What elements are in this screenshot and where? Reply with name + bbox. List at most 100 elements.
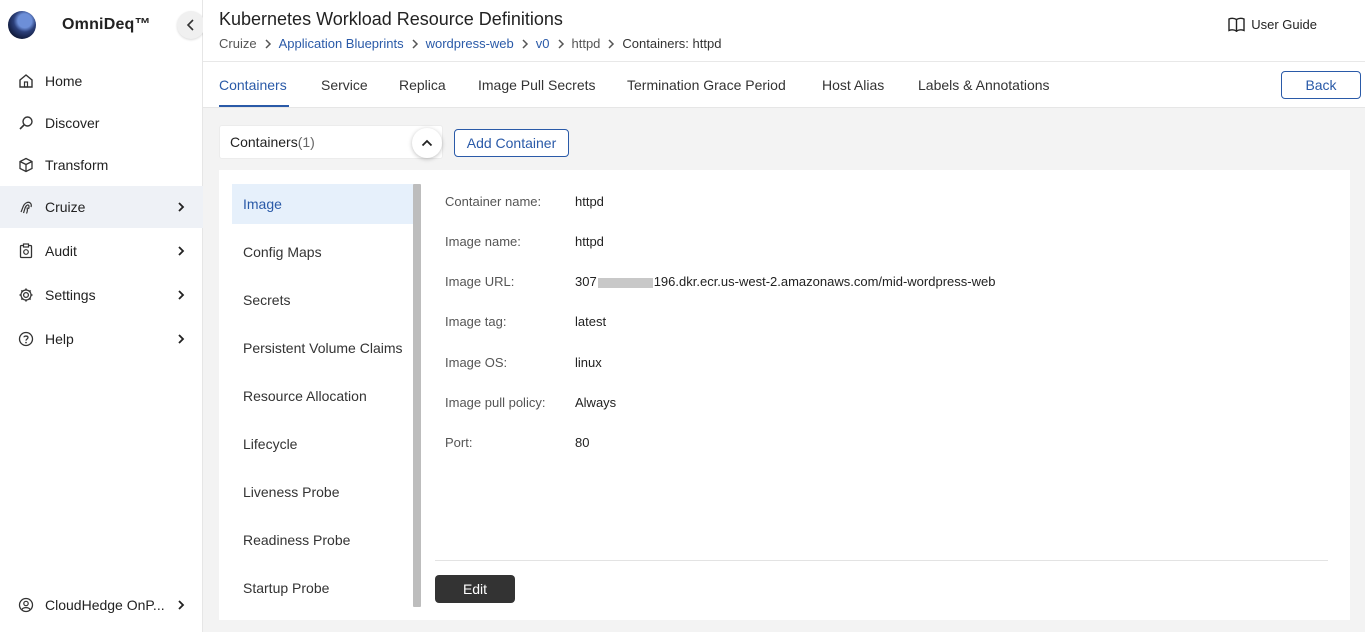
containers-count: (1) bbox=[297, 134, 315, 150]
sidebar: OmniDeq™ Home Discover Transform Cruize … bbox=[0, 0, 205, 632]
image-url-suffix: 196.dkr.ecr.us-west-2.amazonaws.com/mid-… bbox=[653, 274, 996, 289]
gear-icon bbox=[17, 286, 35, 304]
detail-value: httpd bbox=[575, 234, 604, 249]
tab-bar: Containers Service Replica Image Pull Se… bbox=[203, 62, 1365, 108]
collapse-sidebar-button[interactable] bbox=[177, 11, 205, 39]
containers-label: Containers bbox=[230, 134, 298, 150]
subnav-image[interactable]: Image bbox=[232, 184, 414, 224]
detail-row-image-url: Image URL: 307 196.dkr.ecr.us-west-2.amaz… bbox=[445, 274, 995, 294]
detail-key: Container name: bbox=[445, 194, 542, 209]
subnav-readiness-probe[interactable]: Readiness Probe bbox=[232, 520, 414, 560]
detail-row-port: Port: 80 bbox=[445, 435, 589, 455]
detail-value: linux bbox=[575, 355, 602, 370]
subnav-resource-allocation[interactable]: Resource Allocation bbox=[232, 376, 414, 416]
detail-key: Image tag: bbox=[445, 314, 507, 329]
sidebar-item-label: Audit bbox=[45, 243, 77, 259]
detail-row-container-name: Container name: httpd bbox=[445, 194, 604, 214]
sidebar-item-discover[interactable]: Discover bbox=[0, 102, 203, 144]
brand: OmniDeq™ bbox=[8, 8, 205, 42]
sidebar-item-label: Discover bbox=[45, 115, 100, 131]
sidebar-item-label: Cruize bbox=[45, 199, 86, 215]
chevron-right-icon bbox=[178, 334, 185, 344]
add-container-button[interactable]: Add Container bbox=[454, 129, 569, 157]
divider bbox=[435, 560, 1328, 561]
tab-termination-grace-period[interactable]: Termination Grace Period bbox=[627, 77, 786, 93]
chevron-left-icon bbox=[186, 19, 194, 31]
chevron-right-icon bbox=[518, 37, 532, 51]
breadcrumb-application-blueprints[interactable]: Application Blueprints bbox=[279, 36, 404, 51]
detail-value: 307 196.dkr.ecr.us-west-2.amazonaws.com/m… bbox=[575, 274, 995, 294]
subnav-persistent-volume-claims[interactable]: Persistent Volume Claims bbox=[232, 328, 414, 368]
subnav-liveness-probe[interactable]: Liveness Probe bbox=[232, 472, 414, 512]
chevron-right-icon bbox=[554, 37, 568, 51]
sidebar-item-settings[interactable]: Settings bbox=[0, 274, 203, 316]
tab-image-pull-secrets[interactable]: Image Pull Secrets bbox=[478, 77, 596, 93]
detail-key: Image OS: bbox=[445, 355, 508, 370]
breadcrumb-current: Containers: httpd bbox=[622, 36, 722, 51]
detail-row-image-tag: Image tag: latest bbox=[445, 314, 606, 334]
detail-key: Image pull policy: bbox=[445, 395, 546, 410]
omnideq-logo bbox=[8, 11, 36, 39]
user-guide-label: User Guide bbox=[1251, 17, 1317, 32]
clipboard-icon bbox=[17, 242, 35, 260]
sidebar-item-cruize[interactable]: Cruize bbox=[0, 186, 203, 228]
detail-value: latest bbox=[575, 314, 607, 329]
detail-key: Port: bbox=[445, 435, 473, 450]
tab-host-alias[interactable]: Host Alias bbox=[822, 77, 884, 93]
sidebar-item-audit[interactable]: Audit bbox=[0, 230, 203, 272]
breadcrumb-httpd: httpd bbox=[571, 36, 601, 51]
redacted-block bbox=[597, 277, 653, 288]
subnav-scrollbar[interactable] bbox=[413, 184, 421, 607]
user-icon bbox=[17, 596, 35, 614]
detail-row-image-os: Image OS: linux bbox=[445, 355, 602, 375]
breadcrumb-wordpress-web[interactable]: wordpress-web bbox=[426, 36, 514, 51]
subnav-startup-probe[interactable]: Startup Probe bbox=[232, 568, 414, 608]
detail-value: Always bbox=[575, 395, 617, 410]
tab-labels-annotations[interactable]: Labels & Annotations bbox=[918, 77, 1050, 93]
sidebar-item-label: Settings bbox=[45, 287, 96, 303]
detail-key: Image URL: bbox=[445, 274, 515, 289]
chevron-right-icon bbox=[178, 202, 185, 212]
fingerprint-icon bbox=[17, 198, 35, 216]
brand-name: OmniDeq™ bbox=[62, 16, 151, 33]
home-icon bbox=[17, 72, 35, 90]
account-menu[interactable]: CloudHedge OnP... bbox=[0, 584, 203, 626]
sidebar-item-label: Transform bbox=[45, 157, 109, 173]
chevron-up-icon bbox=[421, 139, 433, 147]
user-guide-link[interactable]: User Guide bbox=[1228, 17, 1317, 32]
page-header: Kubernetes Workload Resource Definitions… bbox=[203, 0, 1365, 62]
subnav-secrets[interactable]: Secrets bbox=[232, 280, 414, 320]
container-detail-panel: Image Config Maps Secrets Persistent Vol… bbox=[219, 170, 1350, 620]
sidebar-item-label: Home bbox=[45, 73, 83, 89]
subnav-lifecycle[interactable]: Lifecycle bbox=[232, 424, 414, 464]
breadcrumb-v0[interactable]: v0 bbox=[536, 36, 550, 51]
detail-value: 80 bbox=[575, 435, 590, 450]
chevron-right-icon bbox=[178, 600, 185, 610]
tab-replica[interactable]: Replica bbox=[399, 77, 446, 93]
sidebar-item-help[interactable]: Help bbox=[0, 318, 203, 360]
breadcrumb-cruize: Cruize bbox=[219, 36, 257, 51]
sidebar-item-label: Help bbox=[45, 331, 74, 347]
breadcrumb: Cruize Application Blueprints wordpress-… bbox=[219, 36, 721, 51]
back-button[interactable]: Back bbox=[1281, 71, 1361, 99]
detail-value: httpd bbox=[575, 194, 604, 209]
chevron-right-icon bbox=[408, 37, 422, 51]
sidebar-item-transform[interactable]: Transform bbox=[0, 144, 203, 186]
subnav-config-maps[interactable]: Config Maps bbox=[232, 232, 414, 272]
book-icon bbox=[1228, 17, 1245, 32]
tab-containers[interactable]: Containers bbox=[219, 77, 287, 93]
chevron-right-icon bbox=[604, 37, 618, 51]
chevron-right-icon bbox=[261, 37, 275, 51]
collapse-containers-button[interactable] bbox=[412, 128, 442, 158]
tab-service[interactable]: Service bbox=[321, 77, 368, 93]
cube-icon bbox=[17, 156, 35, 174]
chevron-right-icon bbox=[178, 290, 185, 300]
image-url-prefix: 307 bbox=[575, 274, 597, 289]
containers-selector[interactable]: Containers (1) bbox=[219, 125, 443, 159]
edit-button[interactable]: Edit bbox=[435, 575, 515, 603]
detail-row-image-pull-policy: Image pull policy: Always bbox=[445, 395, 616, 415]
page-title: Kubernetes Workload Resource Definitions bbox=[219, 9, 563, 29]
help-icon bbox=[17, 330, 35, 348]
sidebar-item-home[interactable]: Home bbox=[0, 60, 203, 102]
discover-icon bbox=[17, 114, 35, 132]
